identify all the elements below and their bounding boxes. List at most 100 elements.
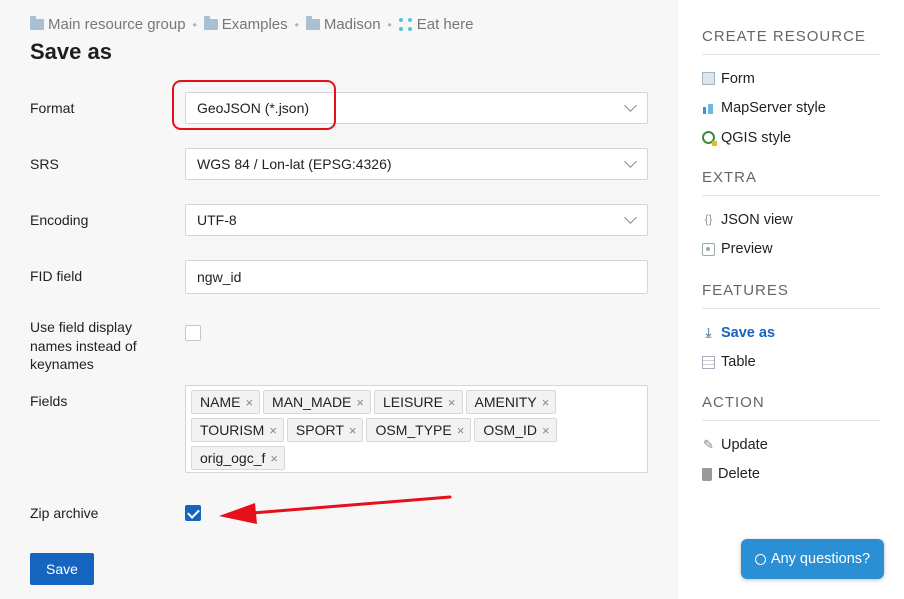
- breadcrumb-separator: •: [387, 17, 392, 32]
- field-tag-label: MAN_MADE: [272, 394, 352, 410]
- field-tag: NAME ×: [191, 390, 261, 414]
- encoding-select[interactable]: UTF-8: [185, 204, 648, 236]
- field-tag-label: orig_ogc_f: [200, 450, 266, 466]
- field-tag-label: LEISURE: [383, 394, 443, 410]
- field-tag-label: SPORT: [295, 422, 344, 438]
- remove-tag-icon[interactable]: ×: [269, 423, 277, 438]
- field-tag-label: TOURISM: [200, 422, 265, 438]
- sidebar-section-create-resource: CREATE RESOURCE Form MapServer style QGI…: [702, 28, 880, 153]
- download-icon: ⤓: [705, 325, 712, 341]
- folder-icon: [305, 16, 320, 30]
- encoding-label: Encoding: [30, 212, 89, 228]
- field-tag: AMENITY ×: [465, 390, 557, 414]
- sidebar-section-extra: EXTRA {} JSON view Preview: [702, 169, 880, 264]
- remove-tag-icon[interactable]: ×: [542, 395, 550, 410]
- srs-label: SRS: [30, 156, 59, 172]
- zip-archive-checkbox[interactable]: [185, 505, 201, 521]
- sidebar-header: EXTRA: [702, 169, 880, 196]
- sidebar-item-label: JSON view: [721, 211, 793, 228]
- sidebar-item-label: Preview: [721, 241, 773, 258]
- sidebar-item-update[interactable]: ✎ Update: [702, 430, 880, 460]
- json-icon: {}: [704, 212, 713, 227]
- breadcrumb: Main resource group • Examples • Madison…: [30, 16, 473, 33]
- page-title: Save as: [30, 39, 112, 64]
- srs-select[interactable]: WGS 84 / Lon-lat (EPSG:4326): [185, 148, 648, 180]
- breadcrumb-label[interactable]: Examples: [222, 16, 288, 33]
- support-chat-button[interactable]: Any questions?: [741, 539, 884, 579]
- display-names-checkbox[interactable]: [185, 325, 201, 341]
- remove-tag-icon[interactable]: ×: [245, 395, 253, 410]
- field-tag-label: OSM_TYPE: [375, 422, 452, 438]
- preview-icon: [702, 242, 715, 256]
- breadcrumb-label[interactable]: Eat here: [417, 16, 474, 33]
- field-tag-label: AMENITY: [474, 394, 537, 410]
- remove-tag-icon[interactable]: ×: [349, 423, 357, 438]
- fields-label: Fields: [30, 393, 68, 409]
- vector-layer-icon: [398, 17, 413, 32]
- breadcrumb-item-eat-here[interactable]: Eat here: [398, 16, 474, 33]
- trash-icon: [702, 467, 712, 481]
- remove-tag-icon[interactable]: ×: [270, 451, 278, 466]
- field-tag-label: NAME: [200, 394, 241, 410]
- sidebar-section-action: ACTION ✎ Update Delete: [702, 394, 880, 489]
- sidebar-header: FEATURES: [702, 282, 880, 309]
- field-tag-label: OSM_ID: [483, 422, 538, 438]
- breadcrumb-separator: •: [192, 17, 197, 32]
- save-button[interactable]: Save: [30, 553, 94, 585]
- field-tag: SPORT ×: [286, 418, 364, 442]
- sidebar-item-table[interactable]: Table: [702, 348, 880, 378]
- sidebar-item-save-as[interactable]: ⤓ Save as: [702, 318, 880, 348]
- sidebar-item-mapserver-style[interactable]: MapServer style: [702, 94, 880, 124]
- srs-value: WGS 84 / Lon-lat (EPSG:4326): [197, 156, 392, 172]
- support-chat-label: Any questions?: [770, 551, 871, 567]
- field-tag: orig_ogc_f ×: [191, 446, 285, 470]
- field-tag: OSM_ID ×: [474, 418, 557, 442]
- sidebar: CREATE RESOURCE Form MapServer style QGI…: [678, 0, 904, 599]
- breadcrumb-item-main-resource-group[interactable]: Main resource group: [30, 16, 186, 33]
- sidebar-item-qgis-style[interactable]: QGIS style: [702, 123, 880, 153]
- sidebar-section-features: FEATURES ⤓ Save as Table: [702, 282, 880, 377]
- sidebar-item-label: MapServer style: [721, 100, 826, 117]
- fields-multiselect[interactable]: NAME × MAN_MADE × LEISURE × AMENITY × TOURISM × SP…: [185, 385, 648, 473]
- breadcrumb-label[interactable]: Main resource group: [48, 16, 186, 33]
- encoding-value: UTF-8: [197, 212, 237, 228]
- sidebar-item-label: Form: [721, 70, 755, 87]
- remove-tag-icon[interactable]: ×: [542, 423, 550, 438]
- zip-archive-label: Zip archive: [30, 505, 99, 521]
- sidebar-header: CREATE RESOURCE: [702, 28, 880, 55]
- breadcrumb-label[interactable]: Madison: [324, 16, 381, 33]
- main-content: Main resource group • Examples • Madison…: [0, 0, 678, 599]
- table-icon: [702, 355, 715, 369]
- sidebar-item-label: Table: [721, 354, 756, 371]
- fid-field-label: FID field: [30, 268, 83, 284]
- field-tag: LEISURE ×: [374, 390, 463, 414]
- sidebar-item-form[interactable]: Form: [702, 64, 880, 94]
- chat-icon: [754, 553, 766, 565]
- sidebar-item-delete[interactable]: Delete: [702, 460, 880, 490]
- field-tag: OSM_TYPE ×: [366, 418, 472, 442]
- remove-tag-icon[interactable]: ×: [356, 395, 364, 410]
- sidebar-item-json-view[interactable]: {} JSON view: [702, 205, 880, 235]
- fid-field-value: ngw_id: [197, 269, 242, 285]
- chevron-down-icon: [624, 211, 637, 224]
- pencil-icon: ✎: [703, 437, 714, 453]
- breadcrumb-item-examples[interactable]: Examples: [203, 16, 288, 33]
- remove-tag-icon[interactable]: ×: [448, 395, 456, 410]
- annotation-arrow: [219, 495, 452, 524]
- form-icon: [702, 72, 715, 86]
- display-names-label: Use field display names instead of keyna…: [30, 319, 137, 372]
- chevron-down-icon: [624, 155, 637, 168]
- format-label: Format: [30, 100, 75, 116]
- breadcrumb-separator: •: [294, 17, 299, 32]
- mapserver-style-icon: [702, 102, 715, 115]
- annotation-highlight-box: [172, 80, 336, 130]
- sidebar-item-label: QGIS style: [721, 129, 792, 146]
- breadcrumb-item-madison[interactable]: Madison: [305, 16, 381, 33]
- sidebar-item-label: Save as: [721, 324, 776, 341]
- qgis-style-icon: [702, 131, 717, 147]
- folder-icon: [203, 16, 218, 30]
- sidebar-item-label: Delete: [718, 466, 760, 483]
- sidebar-item-preview[interactable]: Preview: [702, 235, 880, 265]
- remove-tag-icon[interactable]: ×: [457, 423, 465, 438]
- fid-field-input[interactable]: ngw_id: [185, 260, 648, 294]
